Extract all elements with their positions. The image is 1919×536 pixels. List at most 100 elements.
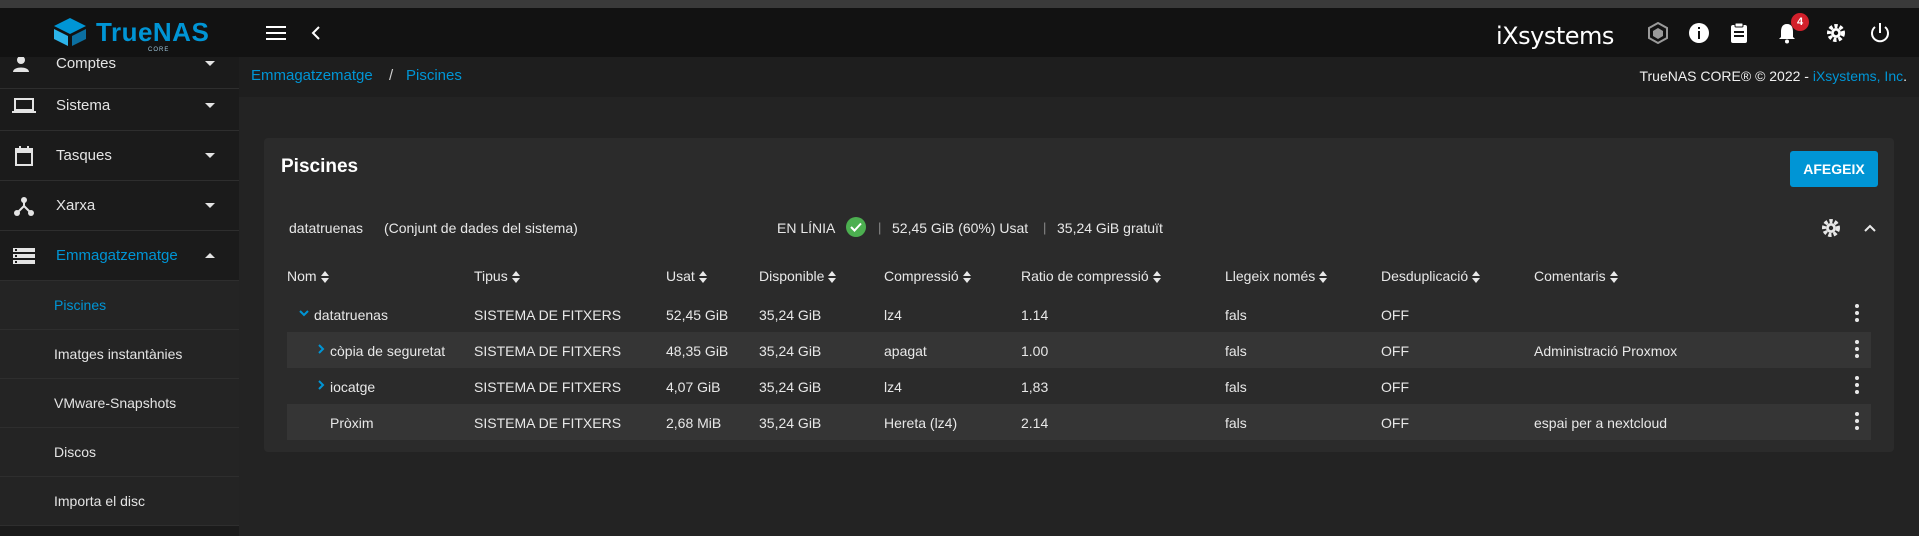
- cell-readonly: fals: [1225, 415, 1247, 431]
- table-header: Nom Tipus Usat Disponible Compressió Rat…: [287, 266, 1871, 288]
- cell-used: 4,07 GiB: [666, 379, 721, 395]
- table-row[interactable]: iocatge SISTEMA DE FITXERS 4,07 GiB 35,2…: [287, 368, 1871, 404]
- column-header-readonly[interactable]: Llegeix només: [1225, 268, 1328, 284]
- sort-icon: [1609, 271, 1618, 284]
- column-header-label: Llegeix només: [1225, 268, 1316, 284]
- more-vert-icon[interactable]: [1847, 302, 1867, 324]
- cell-dedup: OFF: [1381, 307, 1409, 323]
- logo-text: TrueNAS: [96, 16, 210, 47]
- truenas-logo[interactable]: TrueNAS CORE: [50, 16, 210, 53]
- column-header-dedup[interactable]: Desduplicació: [1381, 268, 1481, 284]
- table-row[interactable]: Pròxim SISTEMA DE FITXERS 2,68 MiB 35,24…: [287, 404, 1871, 440]
- cell-comments: Administració Proxmox: [1534, 343, 1678, 359]
- sidebar-item-tasks[interactable]: Tasques: [0, 131, 239, 181]
- cell-used: 2,68 MiB: [666, 415, 722, 431]
- cell-type: SISTEMA DE FITXERS: [474, 343, 622, 359]
- sidebar-item-label: Tasques: [56, 147, 112, 164]
- table-row[interactable]: datatruenas SISTEMA DE FITXERS 52,45 GiB…: [287, 296, 1871, 332]
- cell-readonly: fals: [1225, 307, 1247, 323]
- copyright-text: TrueNAS CORE® © 2022 -: [1639, 68, 1813, 84]
- copyright-suffix: .: [1903, 68, 1907, 84]
- column-header-used[interactable]: Usat: [666, 268, 707, 284]
- more-vert-icon[interactable]: [1847, 374, 1867, 396]
- notification-badge: 4: [1791, 13, 1809, 31]
- column-header-type[interactable]: Tipus: [474, 268, 520, 284]
- column-header-compression-ratio[interactable]: Ratio de compressió: [1021, 268, 1161, 284]
- sidebar-subitem-pools[interactable]: Piscines: [0, 281, 239, 330]
- column-header-available[interactable]: Disponible: [759, 268, 837, 284]
- cell-name: iocatge: [330, 379, 376, 395]
- sidebar-subitem-label: Piscines: [54, 297, 107, 313]
- cell-name: datatruenas: [314, 307, 388, 323]
- cell-dedup: OFF: [1381, 379, 1409, 395]
- column-header-comments[interactable]: Comentaris: [1534, 268, 1618, 284]
- cell-compression-ratio: 1.14: [1021, 307, 1049, 323]
- info-icon[interactable]: [1687, 21, 1711, 45]
- column-header-label: Disponible: [759, 268, 825, 284]
- sidebar-subitem-disks[interactable]: Discos: [0, 428, 239, 477]
- sidebar-item-label: Comptes: [56, 57, 117, 72]
- chevron-down-icon[interactable]: [297, 306, 311, 320]
- table-row[interactable]: còpia de seguretat SISTEMA DE FITXERS 48…: [287, 332, 1871, 368]
- ixsystems-logo-text: iXsystems: [1496, 22, 1614, 50]
- cell-compression-ratio: 2.14: [1021, 415, 1049, 431]
- sidebar-item-network[interactable]: Xarxa: [0, 181, 239, 231]
- cell-available: 35,24 GiB: [759, 379, 822, 395]
- cell-compression: lz4: [884, 307, 902, 323]
- cell-compression: apagat: [884, 343, 927, 359]
- breadcrumb: Emmagatzematge / Piscines TrueNAS CORE® …: [239, 57, 1919, 97]
- cell-used: 52,45 GiB: [666, 307, 729, 323]
- sidebar-subitem-snapshots[interactable]: Imatges instantànies: [0, 330, 239, 379]
- cell-comments: espai per a nextcloud: [1534, 415, 1668, 431]
- more-vert-icon[interactable]: [1847, 410, 1867, 432]
- sort-icon: [962, 271, 971, 284]
- cell-dedup: OFF: [1381, 343, 1409, 359]
- sidebar-item-system[interactable]: Sistema: [0, 81, 239, 131]
- sidebar-item-label: Emmagatzematge: [56, 247, 178, 264]
- pool-description: (Conjunt de dades del sistema): [384, 220, 578, 236]
- truecommand-icon[interactable]: [1646, 21, 1670, 45]
- sidebar-subitem-import-disk[interactable]: Importa el disc: [0, 477, 239, 526]
- chevron-up-icon[interactable]: [1862, 220, 1878, 236]
- pool-header: datatruenas (Conjunt de dades del sistem…: [264, 208, 1894, 248]
- chevron-right-icon[interactable]: [314, 378, 328, 392]
- column-header-label: Desduplicació: [1381, 268, 1469, 284]
- cell-compression: lz4: [884, 379, 902, 395]
- sidebar-subitem-vmware-snapshots[interactable]: VMware-Snapshots: [0, 379, 239, 428]
- ixsystems-link[interactable]: iXsystems, Inc: [1813, 68, 1903, 84]
- add-button[interactable]: AFEGEIX: [1790, 151, 1878, 187]
- chevron-left-icon[interactable]: [304, 21, 328, 45]
- storage-icon: [12, 244, 36, 268]
- pools-card: Piscines AFEGEIX datatruenas (Conjunt de…: [264, 138, 1894, 452]
- column-header-label: Ratio de compressió: [1021, 268, 1149, 284]
- menu-icon[interactable]: [264, 21, 288, 45]
- sidebar-item-storage[interactable]: Emmagatzematge: [0, 231, 239, 281]
- column-header-compression[interactable]: Compressió: [884, 268, 971, 284]
- breadcrumb-storage[interactable]: Emmagatzematge: [251, 67, 373, 84]
- column-header-label: Tipus: [474, 268, 508, 284]
- pool-separator: |: [1043, 220, 1047, 235]
- pool-settings-gear-icon[interactable]: [1820, 217, 1842, 239]
- cell-readonly: fals: [1225, 343, 1247, 359]
- cell-compression-ratio: 1.00: [1021, 343, 1049, 359]
- ixsystems-logo[interactable]: iXsystems: [1496, 22, 1614, 50]
- power-icon[interactable]: [1868, 21, 1892, 45]
- cell-compression: Hereta (lz4): [884, 415, 958, 431]
- column-header-name[interactable]: Nom: [287, 268, 329, 284]
- column-header-label: Comentaris: [1534, 268, 1606, 284]
- chevron-right-icon[interactable]: [314, 342, 328, 356]
- pool-status: EN LÍNIA: [777, 220, 836, 236]
- breadcrumb-separator: /: [389, 67, 394, 84]
- pool-separator: |: [878, 220, 882, 235]
- laptop-icon: [12, 94, 36, 118]
- sidebar-item-label: Xarxa: [56, 197, 96, 214]
- sort-icon: [698, 271, 707, 284]
- chevron-up-icon: [205, 253, 215, 258]
- network-icon: [12, 194, 36, 218]
- breadcrumb-pools[interactable]: Piscines: [406, 67, 462, 84]
- cell-available: 35,24 GiB: [759, 307, 822, 323]
- gear-icon[interactable]: [1824, 21, 1848, 45]
- clipboard-icon[interactable]: [1727, 21, 1751, 45]
- more-vert-icon[interactable]: [1847, 338, 1867, 360]
- cell-dedup: OFF: [1381, 415, 1409, 431]
